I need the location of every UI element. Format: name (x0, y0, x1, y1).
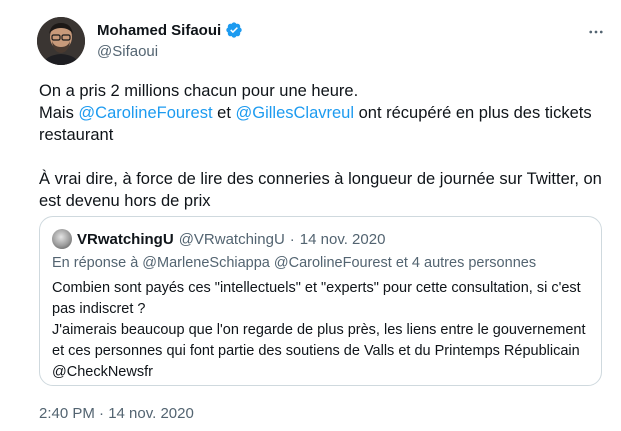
reply-to-mentions[interactable]: @MarleneSchiappa @CarolineFourest (142, 255, 391, 271)
verified-badge-icon[interactable] (225, 21, 243, 39)
quoted-date[interactable]: 14 nov. 2020 (300, 231, 386, 248)
mention-link[interactable]: @GillesClavreul (236, 104, 355, 122)
tweet-line-2-prefix: Mais (39, 104, 79, 122)
tweet-text: On a pris 2 millions chacun pour une heu… (39, 80, 614, 212)
quoted-display-name[interactable]: VRwatchingU (77, 231, 174, 248)
tweet-line-2-mid: et (212, 104, 236, 122)
avatar[interactable] (37, 17, 85, 65)
quoted-handle[interactable]: @VRwatchingU (179, 231, 285, 248)
tweet-timestamp[interactable]: 2:40 PM · 14 nov. 2020 (39, 405, 194, 422)
separator-dot: · (289, 230, 295, 248)
more-horizontal-icon (589, 30, 603, 34)
quoted-text-line-1: Combien sont payés ces "intellectuels" e… (52, 280, 581, 317)
quoted-tweet-header: VRwatchingU @VRwatchingU · 14 nov. 2020 (52, 229, 385, 249)
more-options-button[interactable] (586, 22, 606, 42)
reply-context: En réponse à @MarleneSchiappa @CarolineF… (52, 255, 536, 271)
tweet-paragraph-1: On a pris 2 millions chacun pour une heu… (39, 80, 614, 146)
mention-link[interactable]: @CarolineFourest (78, 104, 212, 122)
quoted-tweet-card[interactable]: VRwatchingU @VRwatchingU · 14 nov. 2020 … (39, 216, 602, 386)
author-display-name[interactable]: Mohamed Sifaoui (97, 22, 221, 39)
quoted-avatar[interactable] (52, 229, 72, 249)
author-name-row: Mohamed Sifaoui (97, 21, 243, 39)
reply-prefix: En réponse à (52, 255, 139, 271)
tweet-line-1: On a pris 2 millions chacun pour une heu… (39, 82, 359, 100)
author-handle[interactable]: @Sifaoui (97, 43, 158, 60)
tweet-paragraph-2: À vrai dire, à force de lire des conneri… (39, 170, 602, 210)
profile-photo (37, 17, 85, 65)
quoted-tweet-text: Combien sont payés ces "intellectuels" e… (52, 278, 592, 383)
quoted-text-line-2: J'aimerais beaucoup que l'on regarde de … (52, 322, 586, 380)
reply-suffix[interactable]: et 4 autres personnes (396, 255, 536, 271)
